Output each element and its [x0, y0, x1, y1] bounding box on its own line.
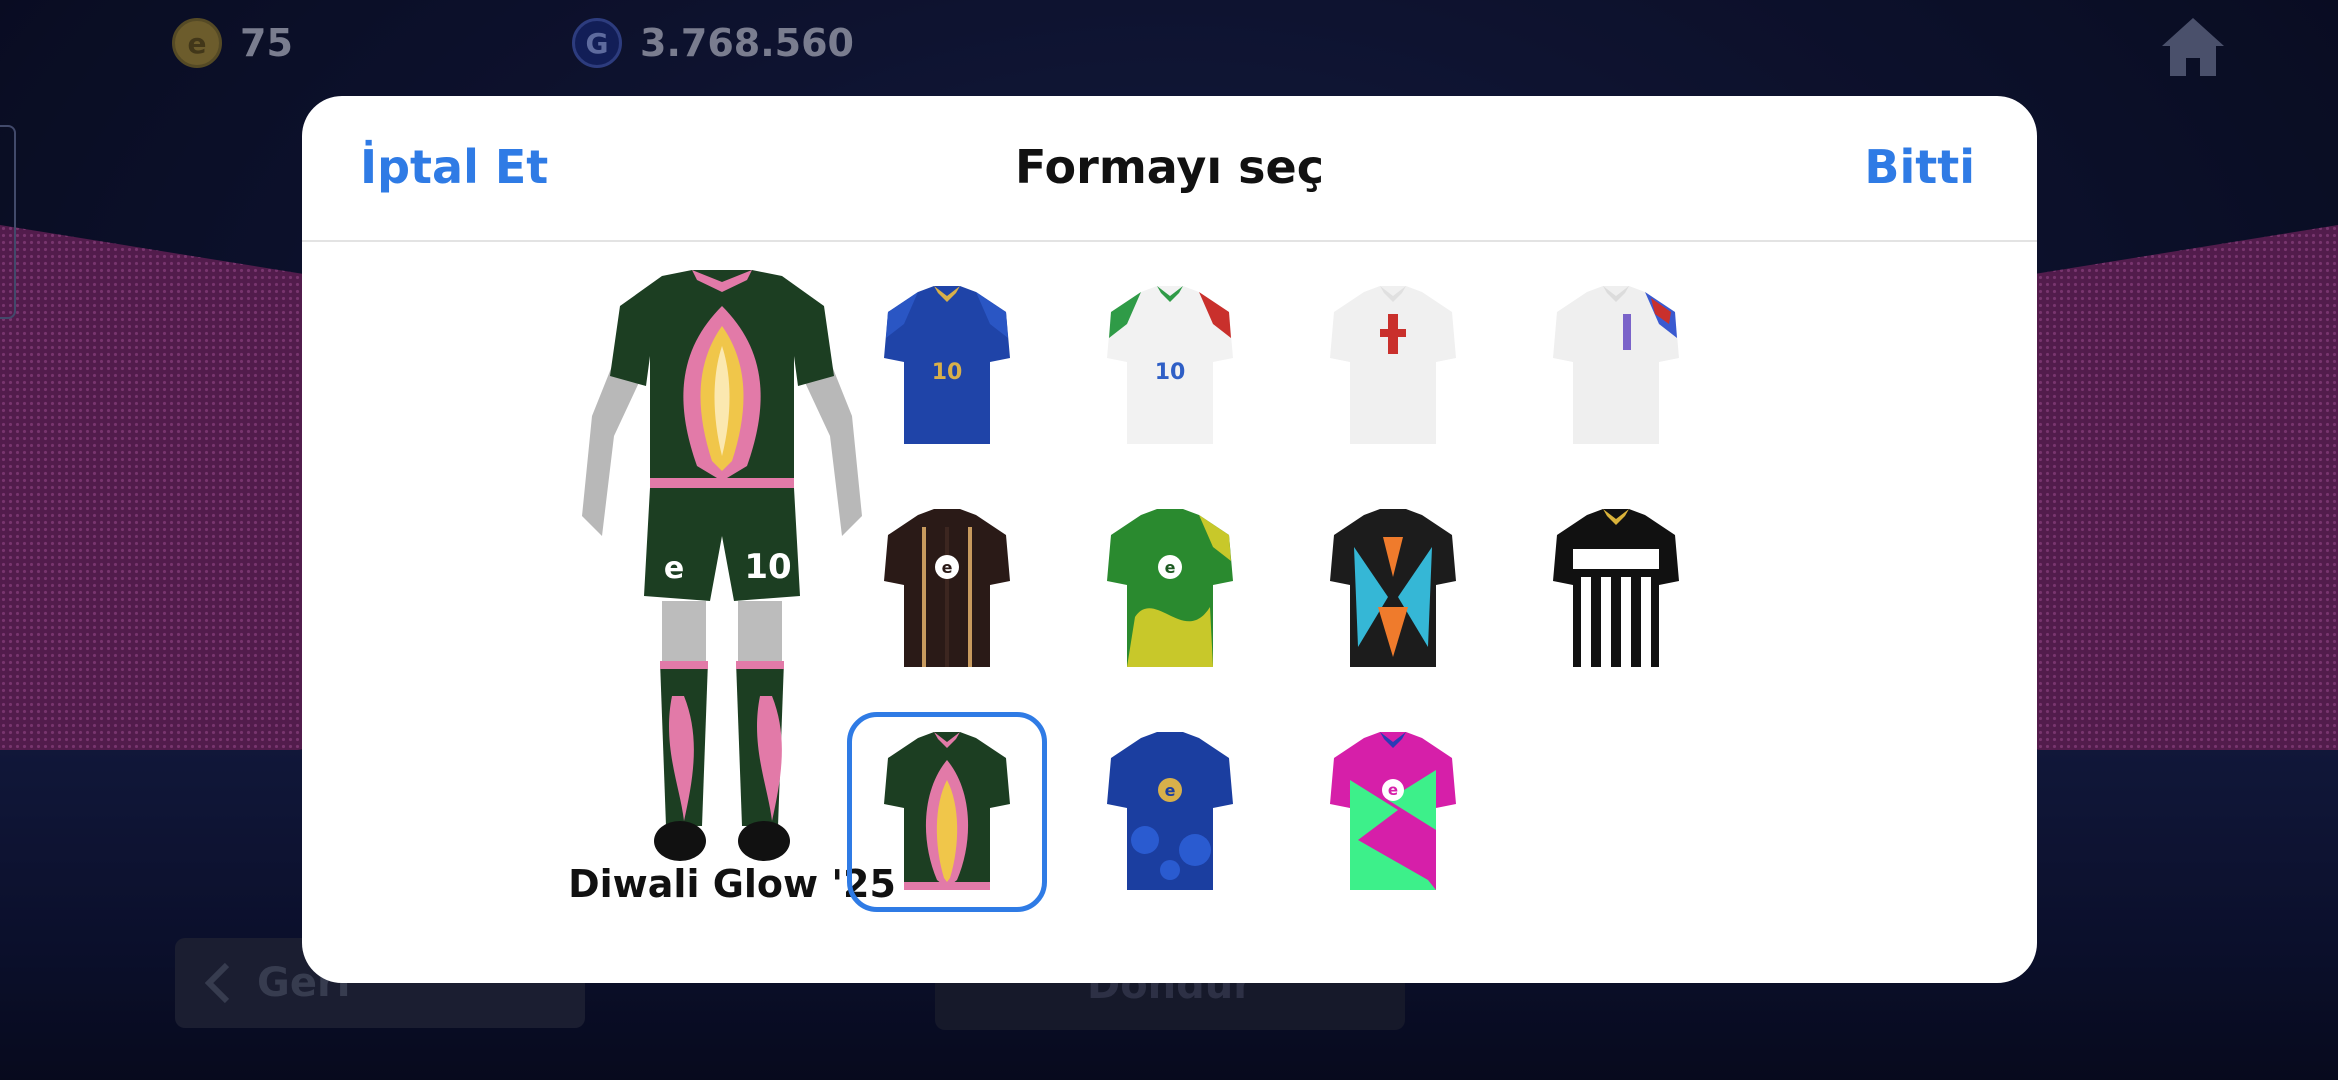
done-button[interactable]: Bitti [1864, 140, 1975, 194]
kit-option[interactable] [1293, 489, 1493, 689]
kit-option-selected[interactable] [847, 712, 1047, 912]
svg-text:e: e [942, 558, 953, 577]
kit-option[interactable]: 10 [1070, 266, 1270, 466]
svg-text:10: 10 [1155, 360, 1186, 385]
jersey-icon [1330, 508, 1456, 667]
svg-text:10: 10 [744, 547, 791, 587]
jersey-icon: e [884, 508, 1010, 667]
svg-text:e: e [1165, 558, 1176, 577]
kit-option[interactable] [1516, 489, 1716, 689]
kit-option[interactable]: e [847, 489, 1047, 689]
jersey-icon: 10 [884, 285, 1010, 444]
kit-option[interactable]: e [1070, 712, 1270, 912]
dialog-title: Formayı seç [1014, 140, 1325, 194]
svg-text:10: 10 [932, 360, 963, 385]
jersey-icon [884, 731, 1010, 890]
jersey-icon [1330, 285, 1456, 444]
kit-select-dialog: İptal Et Formayı seç Bitti 10 e Diwali G… [302, 96, 2037, 983]
svg-text:e: e [1388, 781, 1398, 799]
jersey-icon: e [1107, 508, 1233, 667]
dialog-header: İptal Et Formayı seç Bitti [302, 96, 2037, 242]
jersey-icon: 10 [1107, 285, 1233, 444]
svg-text:e: e [1165, 781, 1176, 800]
svg-text:e: e [664, 551, 684, 586]
jersey-icon [1553, 285, 1679, 444]
kit-option[interactable]: 10 [847, 266, 1047, 466]
kit-option[interactable]: e [1293, 712, 1493, 912]
kit-option[interactable] [1516, 266, 1716, 466]
kit-preview-mannequin: 10 e [582, 270, 862, 861]
jersey-icon [1553, 508, 1679, 667]
jersey-icon: e [1107, 731, 1233, 890]
kit-option[interactable] [1293, 266, 1493, 466]
kit-option[interactable]: e [1070, 489, 1270, 689]
jersey-icon: e [1330, 731, 1456, 890]
